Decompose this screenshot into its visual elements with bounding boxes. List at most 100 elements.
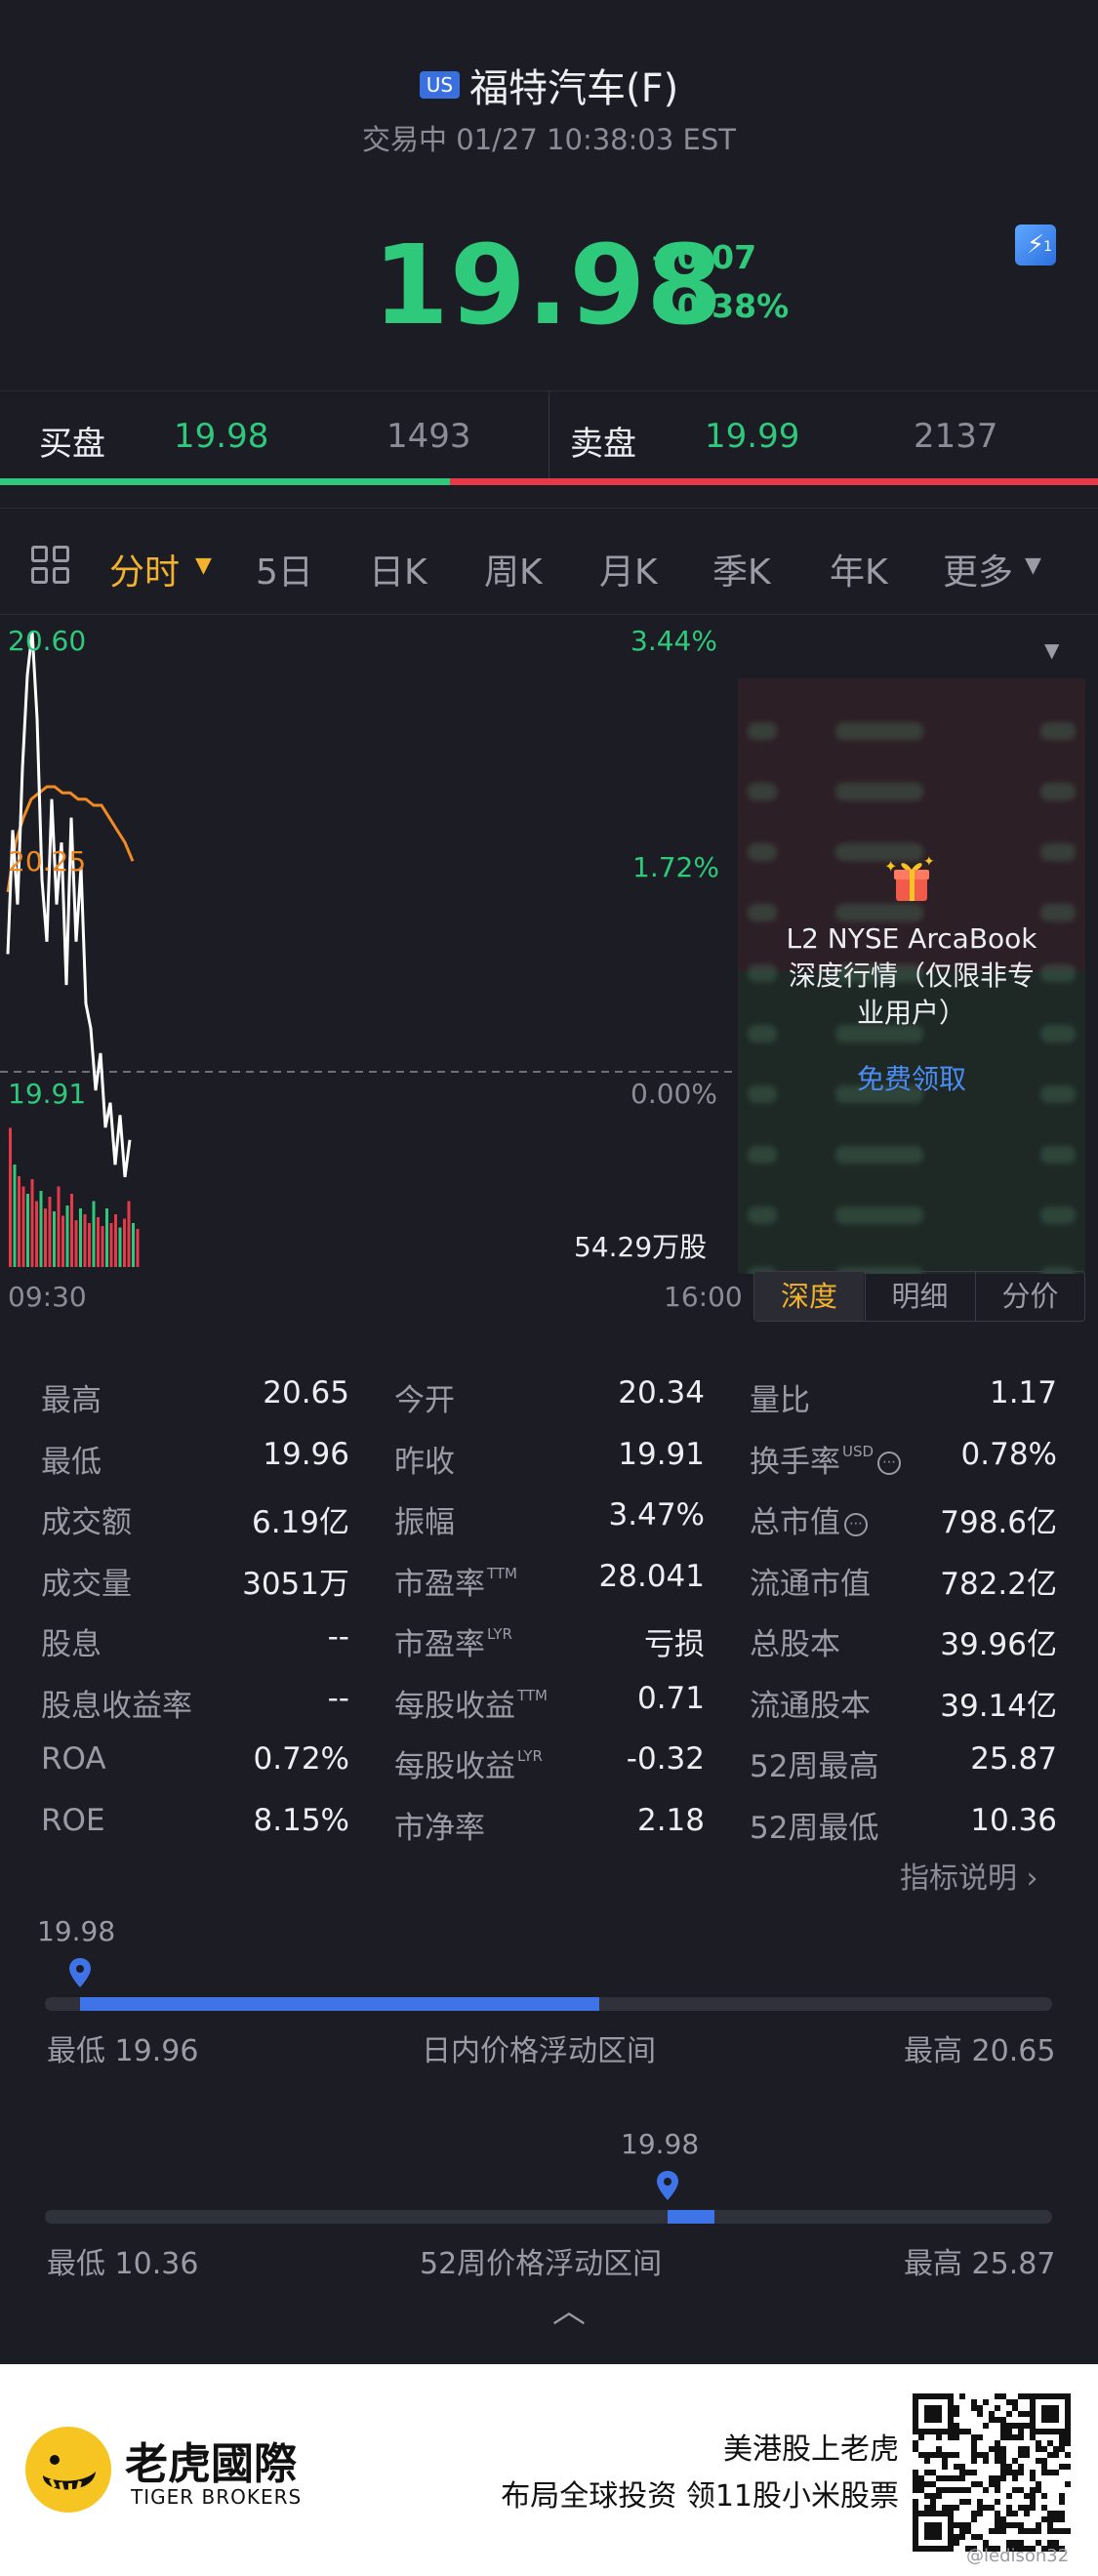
volume-bar	[61, 1215, 64, 1267]
tab-more[interactable]: 更多	[943, 544, 1013, 594]
ask-strength-bar	[450, 478, 1098, 485]
tab-year-k[interactable]: 年K	[830, 544, 888, 594]
volume-bar	[57, 1186, 61, 1267]
volume-bar	[74, 1220, 78, 1267]
volume-bar	[39, 1191, 43, 1267]
axis-price-bottom: 19.91	[8, 1078, 87, 1110]
tab-5day[interactable]: 5日	[256, 544, 313, 594]
flash-icon[interactable]: ⚡ 1	[1015, 225, 1056, 266]
stat-label: 52周最高	[750, 1749, 879, 1784]
depth-promo-title: L2 NYSE ArcaBook	[786, 922, 1037, 955]
stat-value: --	[327, 1680, 349, 1716]
volume-bar	[92, 1201, 96, 1267]
depth-claim-link[interactable]: 免费领取	[738, 1061, 1085, 1098]
stat-value: 6.19亿	[251, 1505, 349, 1540]
watermark: @ledison32	[966, 2546, 1070, 2566]
depth-tabs: 深度 明细 分价	[753, 1271, 1085, 1322]
axis-price-top: 20.60	[8, 625, 87, 657]
volume-bar	[65, 1206, 69, 1267]
intraday-marker-icon	[69, 1958, 92, 1987]
volume-bar	[13, 1165, 17, 1267]
stat-value: 25.87	[970, 1741, 1057, 1777]
stat-label: 流通市值	[750, 1566, 871, 1602]
layout-grid-icon[interactable]	[31, 546, 72, 587]
stat-value: 3.47%	[608, 1497, 705, 1533]
volume-bar	[79, 1208, 82, 1267]
volume-bar	[48, 1197, 52, 1267]
ask-price: 19.99	[705, 417, 800, 456]
brand-name-en: TIGER BROKERS	[131, 2485, 303, 2509]
volume-bar	[123, 1218, 126, 1267]
indicator-explain-link[interactable]: 指标说明 ›	[900, 1854, 1038, 1897]
week52-range-fill	[667, 2210, 715, 2224]
tiger-logo-icon	[25, 2427, 111, 2513]
intraday-low: 最低 19.96	[47, 2034, 199, 2068]
price-change: +0.07	[650, 238, 757, 276]
volume-bar	[26, 1194, 29, 1267]
bid-label: 买盘	[39, 425, 105, 464]
stat-label: 最低	[41, 1444, 102, 1480]
volume-bar	[97, 1217, 100, 1267]
stat-label: 市净率	[394, 1810, 485, 1846]
stat-value: 19.91	[618, 1436, 705, 1472]
week52-marker-icon	[656, 2171, 678, 2200]
stat-label: 最高	[41, 1383, 102, 1418]
tab-more-caret-icon[interactable]: ▼	[1025, 553, 1041, 578]
brand-name-cn: 老虎國際	[125, 2439, 297, 2489]
volume-bar	[114, 1214, 117, 1267]
stat-label: ROE	[41, 1802, 105, 1838]
stat-value: 10.36	[970, 1802, 1057, 1838]
tab-day-k[interactable]: 日K	[369, 544, 427, 594]
tab-week-k[interactable]: 周K	[484, 544, 543, 594]
volume-bar	[127, 1201, 131, 1267]
volume-bar	[101, 1226, 104, 1267]
volume-bar	[132, 1223, 135, 1267]
stat-label: 成交量	[41, 1566, 132, 1602]
week52-high: 最高 25.87	[904, 2247, 1056, 2281]
collapse-up-icon[interactable]: ︿	[552, 2284, 586, 2332]
intraday-chart[interactable]: 20.60 20.25 19.91 3.44% 1.72% 0.00% 54.2…	[0, 615, 743, 1337]
stat-label: 昨收	[394, 1444, 455, 1480]
stat-value: 亏损	[644, 1627, 705, 1662]
stat-value: 0.78%	[960, 1436, 1057, 1472]
stat-value: 1.17	[989, 1375, 1057, 1411]
tiger-brokers-banner[interactable]: 老虎國際 TIGER BROKERS 美港股上老虎 布局全球投资 领11股小米股…	[0, 2364, 1098, 2576]
time-end: 16:00	[664, 1281, 743, 1313]
week52-low: 最低 10.36	[47, 2247, 199, 2281]
intraday-current-label: 19.98	[37, 1915, 116, 1947]
stat-value: 3051万	[242, 1566, 349, 1602]
tab-intraday-caret-icon[interactable]: ▼	[195, 553, 212, 578]
flash-badge: 1	[1043, 239, 1052, 255]
stat-value: 798.6亿	[940, 1505, 1057, 1540]
stat-value: 39.14亿	[940, 1688, 1057, 1724]
tab-detail[interactable]: 明细	[865, 1272, 974, 1321]
volume-bar	[109, 1223, 113, 1267]
tab-intraday[interactable]: 分时	[109, 544, 180, 594]
stat-label: 总股本	[750, 1627, 840, 1662]
stat-label: 流通股本	[750, 1688, 871, 1724]
stat-value: 0.72%	[253, 1741, 349, 1777]
volume-bar	[118, 1227, 122, 1267]
volume-bar	[30, 1179, 34, 1267]
stat-value: -0.32	[626, 1741, 705, 1777]
qr-code-icon	[913, 2393, 1071, 2552]
stat-label: 52周最低	[750, 1810, 879, 1846]
tab-price-dist[interactable]: 分价	[975, 1272, 1084, 1321]
axis-pct-top: 3.44%	[630, 625, 717, 657]
stat-label: 振幅	[394, 1505, 455, 1540]
tab-quarter-k[interactable]: 季K	[712, 544, 771, 594]
depth-collapse-caret-icon[interactable]: ▼	[1044, 638, 1059, 662]
stat-label: 量比	[750, 1383, 810, 1418]
volume-bar	[53, 1211, 56, 1267]
stat-label: ROA	[41, 1741, 106, 1777]
tab-depth[interactable]: 深度	[754, 1272, 864, 1321]
bid-price: 19.98	[174, 417, 269, 456]
stat-value: 0.71	[636, 1680, 705, 1716]
volume-bar	[136, 1229, 140, 1267]
tab-month-k[interactable]: 月K	[599, 544, 658, 594]
volume-bars	[9, 1127, 140, 1267]
stat-value: 20.34	[618, 1375, 705, 1411]
chart-period-tabs: 分时 ▼ 5日 日K 周K 月K 季K 年K 更多 ▼	[0, 508, 1098, 615]
depth-panel: ✦ ✦ L2 NYSE ArcaBook 深度行情（仅限非专 业用户） 免费领取	[738, 678, 1085, 1274]
axis-pct-bottom: 0.00%	[630, 1078, 717, 1110]
